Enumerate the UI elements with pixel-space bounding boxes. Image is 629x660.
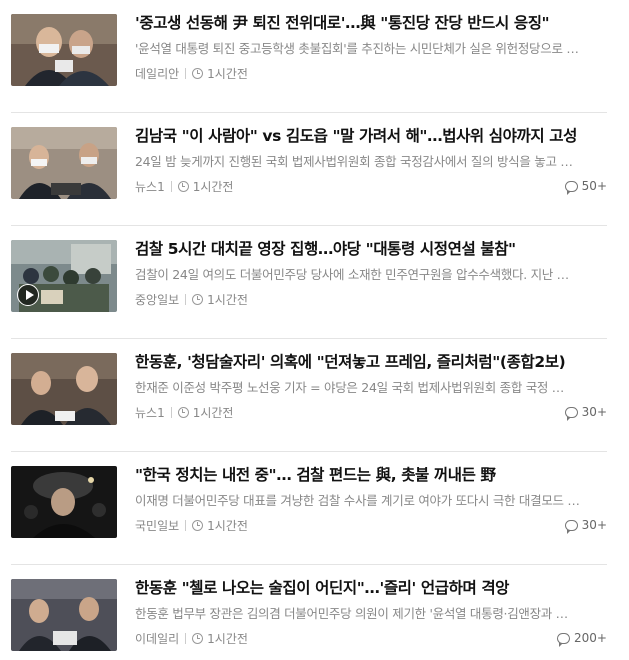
article-meta: 이데일리 1시간전 [135,629,248,647]
divider [170,406,172,418]
news-item[interactable]: 한동훈 "첼로 나오는 술집이 어딘지"…'즐리' 언급하며 격앙 한동훈 법무… [11,565,607,660]
comment-count-value: 200+ [574,631,607,645]
comment-icon [564,406,578,421]
article-title[interactable]: "한국 정치는 내전 중"… 검찰 편드는 與, 촛불 꺼내든 野 [135,464,607,486]
article-description[interactable]: '윤석열 대통령 퇴진 중고등학생 촛불집회'를 추진하는 시민단체가 실은 위… [135,40,603,58]
article-time: 1시간전 [207,518,248,533]
news-item[interactable]: '중고생 선동해 尹 퇴진 전위대로'…與 "통진당 잔당 반드시 응징" '윤… [11,0,607,113]
article-thumbnail[interactable] [11,579,117,651]
article-meta: 중앙일보 1시간전 [135,290,248,308]
divider [185,67,187,79]
comment-count-value: 30+ [581,405,607,419]
article-time: 1시간전 [207,66,248,81]
photo-hearing-room-icon [11,579,117,651]
article-description[interactable]: 한재준 이준성 박주평 노선웅 기자 = 야당은 24일 국회 법제사법위원회 … [135,379,603,397]
clock-icon [177,406,189,418]
divider [185,632,187,644]
article-source[interactable]: 뉴스1 [135,404,165,421]
photo-assembly-session-icon [11,127,117,199]
article-title[interactable]: 한동훈 "첼로 나오는 술집이 어딘지"…'즐리' 언급하며 격앙 [135,577,607,599]
article-thumbnail[interactable] [11,353,117,425]
article-description[interactable]: 이재명 더불어민주당 대표를 겨냥한 검찰 수사를 계기로 여야가 또다시 극한… [135,492,603,510]
news-feed: '중고생 선동해 尹 퇴진 전위대로'…與 "통진당 잔당 반드시 응징" '윤… [0,0,629,660]
article-title[interactable]: 검찰 5시간 대치끝 영장 집행…야당 "대통령 시정연설 불참" [135,238,607,260]
article-time: 1시간전 [207,631,248,646]
article-thumbnail[interactable] [11,127,117,199]
article-title[interactable]: 한동훈, '청담술자리' 의혹에 "던져놓고 프레임, 즐리처럼"(종합2보) [135,351,607,373]
photo-politicians-mask-icon [11,14,117,86]
article-source[interactable]: 데일리안 [135,65,179,82]
clock-icon [192,519,204,531]
article-meta: 뉴스1 1시간전 [135,403,233,421]
divider [185,293,187,305]
comment-icon [564,519,578,534]
clock-icon [192,632,204,644]
article-source[interactable]: 뉴스1 [135,178,165,195]
article-title[interactable]: '중고생 선동해 尹 퇴진 전위대로'…與 "통진당 잔당 반드시 응징" [135,12,607,34]
article-meta: 데일리안 1시간전 [135,64,248,82]
article-title[interactable]: 김남국 "이 사람아" vs 김도읍 "말 가려서 해"…법사위 심야까지 고성 [135,125,607,147]
article-thumbnail[interactable] [11,14,117,86]
comment-count[interactable]: 30+ [564,403,607,421]
video-play-icon[interactable] [17,284,39,306]
comment-count[interactable]: 200+ [557,629,607,647]
photo-minister-hearing-icon [11,353,117,425]
article-thumbnail[interactable] [11,240,117,312]
clock-icon [177,180,189,192]
news-item[interactable]: 김남국 "이 사람아" vs 김도읍 "말 가려서 해"…법사위 심야까지 고성… [11,113,607,226]
article-time: 1시간전 [207,292,248,307]
article-time: 1시간전 [192,405,234,420]
article-description[interactable]: 검찰이 24일 여의도 더불어민주당 당사에 소재한 민주연구원을 압수수색했다… [135,266,603,284]
article-description[interactable]: 한동훈 법무부 장관은 김의겸 더불어민주당 의원이 제기한 '윤석열 대통령·… [135,605,603,623]
article-thumbnail[interactable] [11,466,117,538]
article-source[interactable]: 국민일보 [135,517,179,534]
article-source[interactable]: 이데일리 [135,630,179,647]
article-meta: 국민일보 1시간전 [135,516,248,534]
photo-night-crowd-icon [11,466,117,538]
comment-count-value: 50+ [581,179,607,193]
article-source[interactable]: 중앙일보 [135,291,179,308]
article-meta: 뉴스1 1시간전 [135,177,233,195]
comment-count-value: 30+ [581,518,607,532]
news-item[interactable]: 한동훈, '청담술자리' 의혹에 "던져놓고 프레임, 즐리처럼"(종합2보) … [11,339,607,452]
comment-icon [564,180,578,195]
clock-icon [192,293,204,305]
news-item[interactable]: 검찰 5시간 대치끝 영장 집행…야당 "대통령 시정연설 불참" 검찰이 24… [11,226,607,339]
comment-count[interactable]: 30+ [564,516,607,534]
comment-count[interactable]: 50+ [564,177,607,195]
clock-icon [192,67,204,79]
article-time: 1시간전 [192,179,234,194]
news-item[interactable]: "한국 정치는 내전 중"… 검찰 편드는 與, 촛불 꺼내든 野 이재명 더불… [11,452,607,565]
comment-icon [557,632,571,647]
divider [185,519,187,531]
article-description[interactable]: 24일 밤 늦게까지 진행된 국회 법제사법위원회 종합 국정감사에서 질의 방… [135,153,603,171]
divider [170,180,172,192]
